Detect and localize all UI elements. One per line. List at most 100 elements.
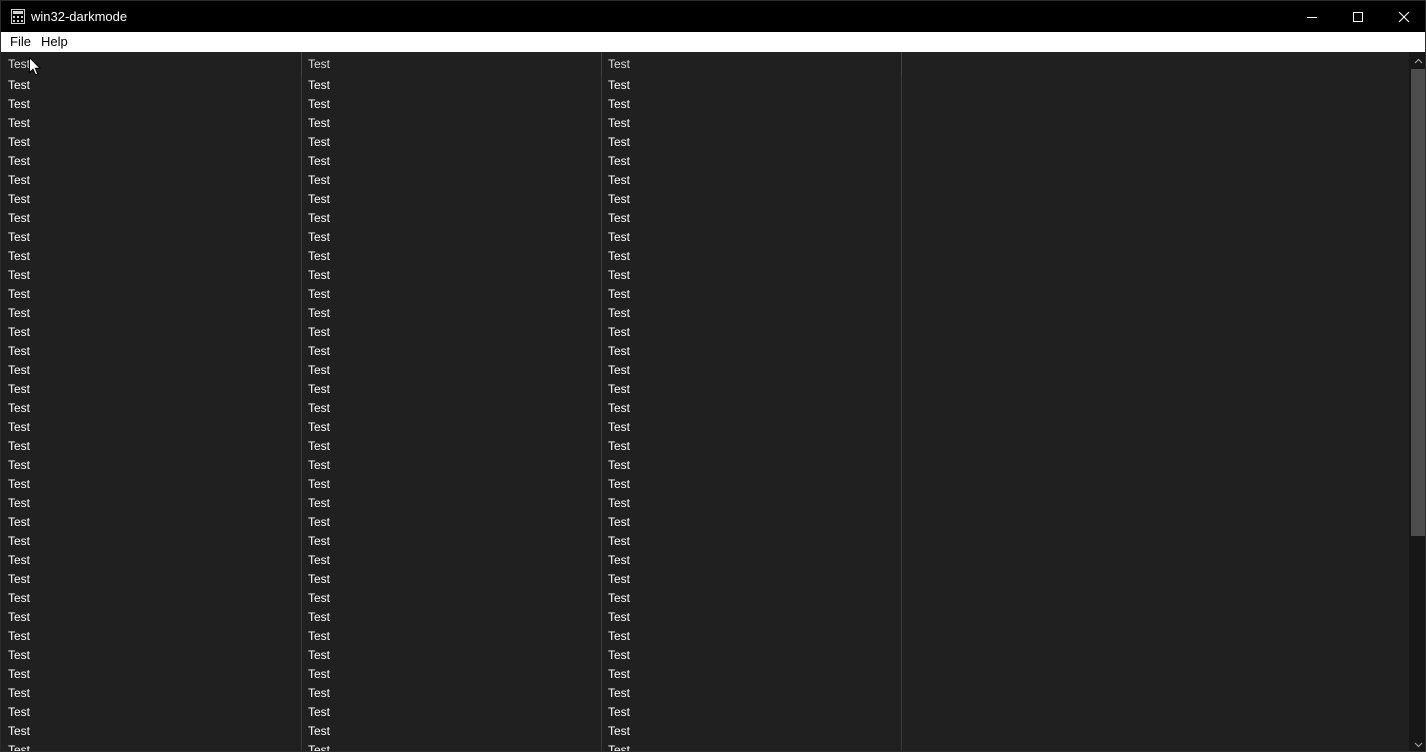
list-row[interactable]: Test Test Test [1,551,1409,570]
list-row[interactable]: Test Test Test [1,532,1409,551]
window-title: win32-darkmode [31,9,128,24]
maximize-icon [1353,11,1363,22]
list-view[interactable]: Test Test Test Test Test Test Test Test Test Test… [1,76,1409,752]
list-cell: Test [608,591,631,605]
list-cell: Test [8,401,31,415]
list-cell: Test [308,553,331,567]
menu-help[interactable]: Help [41,34,68,50]
maximize-button[interactable] [1335,1,1381,32]
list-cell: Test [308,420,331,434]
list-cell: Test [308,135,331,149]
list-cell: Test [8,382,31,396]
list-cell: Test [8,344,31,358]
list-row[interactable]: Test Test Test [1,247,1409,266]
list-cell: Test [308,648,331,662]
list-cell: Test [308,477,331,491]
list-cell: Test [308,192,331,206]
list-row[interactable]: Test Test Test [1,741,1409,752]
list-row[interactable]: Test Test Test [1,152,1409,171]
list-cell: Test [608,306,631,320]
scroll-down-button[interactable] [1409,736,1425,751]
list-cell: Test [308,534,331,548]
list-cell: Test [608,629,631,643]
list-row[interactable]: Test Test Test [1,171,1409,190]
chevron-down-icon [1414,742,1422,747]
list-row[interactable]: Test Test Test [1,323,1409,342]
scrollbar-thumb[interactable] [1411,69,1425,536]
vertical-scrollbar[interactable] [1409,52,1425,751]
list-cell: Test [608,230,631,244]
list-cell: Test [308,382,331,396]
list-cell: Test [8,553,31,567]
list-row[interactable]: Test Test Test [1,627,1409,646]
list-cell: Test [608,724,631,738]
list-cell: Test [8,211,31,225]
list-cell: Test [608,515,631,529]
title-bar[interactable]: win32-darkmode [1,1,1425,32]
list-cell: Test [308,344,331,358]
list-row[interactable]: Test Test Test [1,684,1409,703]
list-row[interactable]: Test Test Test [1,114,1409,133]
list-row[interactable]: Test Test Test [1,266,1409,285]
column-divider[interactable] [901,52,902,76]
list-cell: Test [308,268,331,282]
list-cell: Test [608,249,631,263]
list-cell: Test [308,439,331,453]
list-row[interactable]: Test Test Test [1,95,1409,114]
list-row[interactable]: Test Test Test [1,304,1409,323]
column-header-2[interactable]: Test [301,52,601,76]
list-cell: Test [308,211,331,225]
list-row[interactable]: Test Test Test [1,494,1409,513]
list-cell: Test [308,591,331,605]
list-cell: Test [8,116,31,130]
list-cell: Test [308,743,331,752]
list-row[interactable]: Test Test Test [1,361,1409,380]
list-row[interactable]: Test Test Test [1,399,1409,418]
list-cell: Test [308,116,331,130]
list-cell: Test [8,629,31,643]
list-row[interactable]: Test Test Test [1,608,1409,627]
list-row[interactable]: Test Test Test [1,133,1409,152]
list-cell: Test [608,401,631,415]
column-header-3[interactable]: Test [601,52,901,76]
list-row[interactable]: Test Test Test [1,722,1409,741]
list-cell: Test [8,306,31,320]
minimize-button[interactable] [1289,1,1335,32]
list-row[interactable]: Test Test Test [1,190,1409,209]
list-cell: Test [608,610,631,624]
list-row[interactable]: Test Test Test [1,418,1409,437]
list-row[interactable]: Test Test Test [1,646,1409,665]
list-row[interactable]: Test Test Test [1,513,1409,532]
list-cell: Test [608,439,631,453]
menu-file[interactable]: File [10,34,31,50]
list-row[interactable]: Test Test Test [1,380,1409,399]
list-row[interactable]: Test Test Test [1,285,1409,304]
list-row[interactable]: Test Test Test [1,475,1409,494]
list-cell: Test [608,743,631,752]
list-cell: Test [308,173,331,187]
column-header-1[interactable]: Test [1,52,301,76]
list-cell: Test [8,705,31,719]
list-row[interactable]: Test Test Test [1,665,1409,684]
chevron-up-icon [1414,58,1422,63]
list-cell: Test [8,724,31,738]
list-cell: Test [608,116,631,130]
list-row[interactable]: Test Test Test [1,342,1409,361]
list-cell: Test [8,325,31,339]
list-row[interactable]: Test Test Test [1,209,1409,228]
list-row[interactable]: Test Test Test [1,589,1409,608]
list-row[interactable]: Test Test Test [1,570,1409,589]
list-cell: Test [308,154,331,168]
list-row[interactable]: Test Test Test [1,703,1409,722]
list-cell: Test [308,572,331,586]
list-row[interactable]: Test Test Test [1,456,1409,475]
close-button[interactable] [1381,1,1425,32]
list-cell: Test [308,230,331,244]
list-cell: Test [8,135,31,149]
list-cell: Test [308,629,331,643]
list-cell: Test [8,610,31,624]
list-row[interactable]: Test Test Test [1,228,1409,247]
list-row[interactable]: Test Test Test [1,437,1409,456]
list-row[interactable]: Test Test Test [1,76,1409,95]
scroll-up-button[interactable] [1409,52,1425,69]
